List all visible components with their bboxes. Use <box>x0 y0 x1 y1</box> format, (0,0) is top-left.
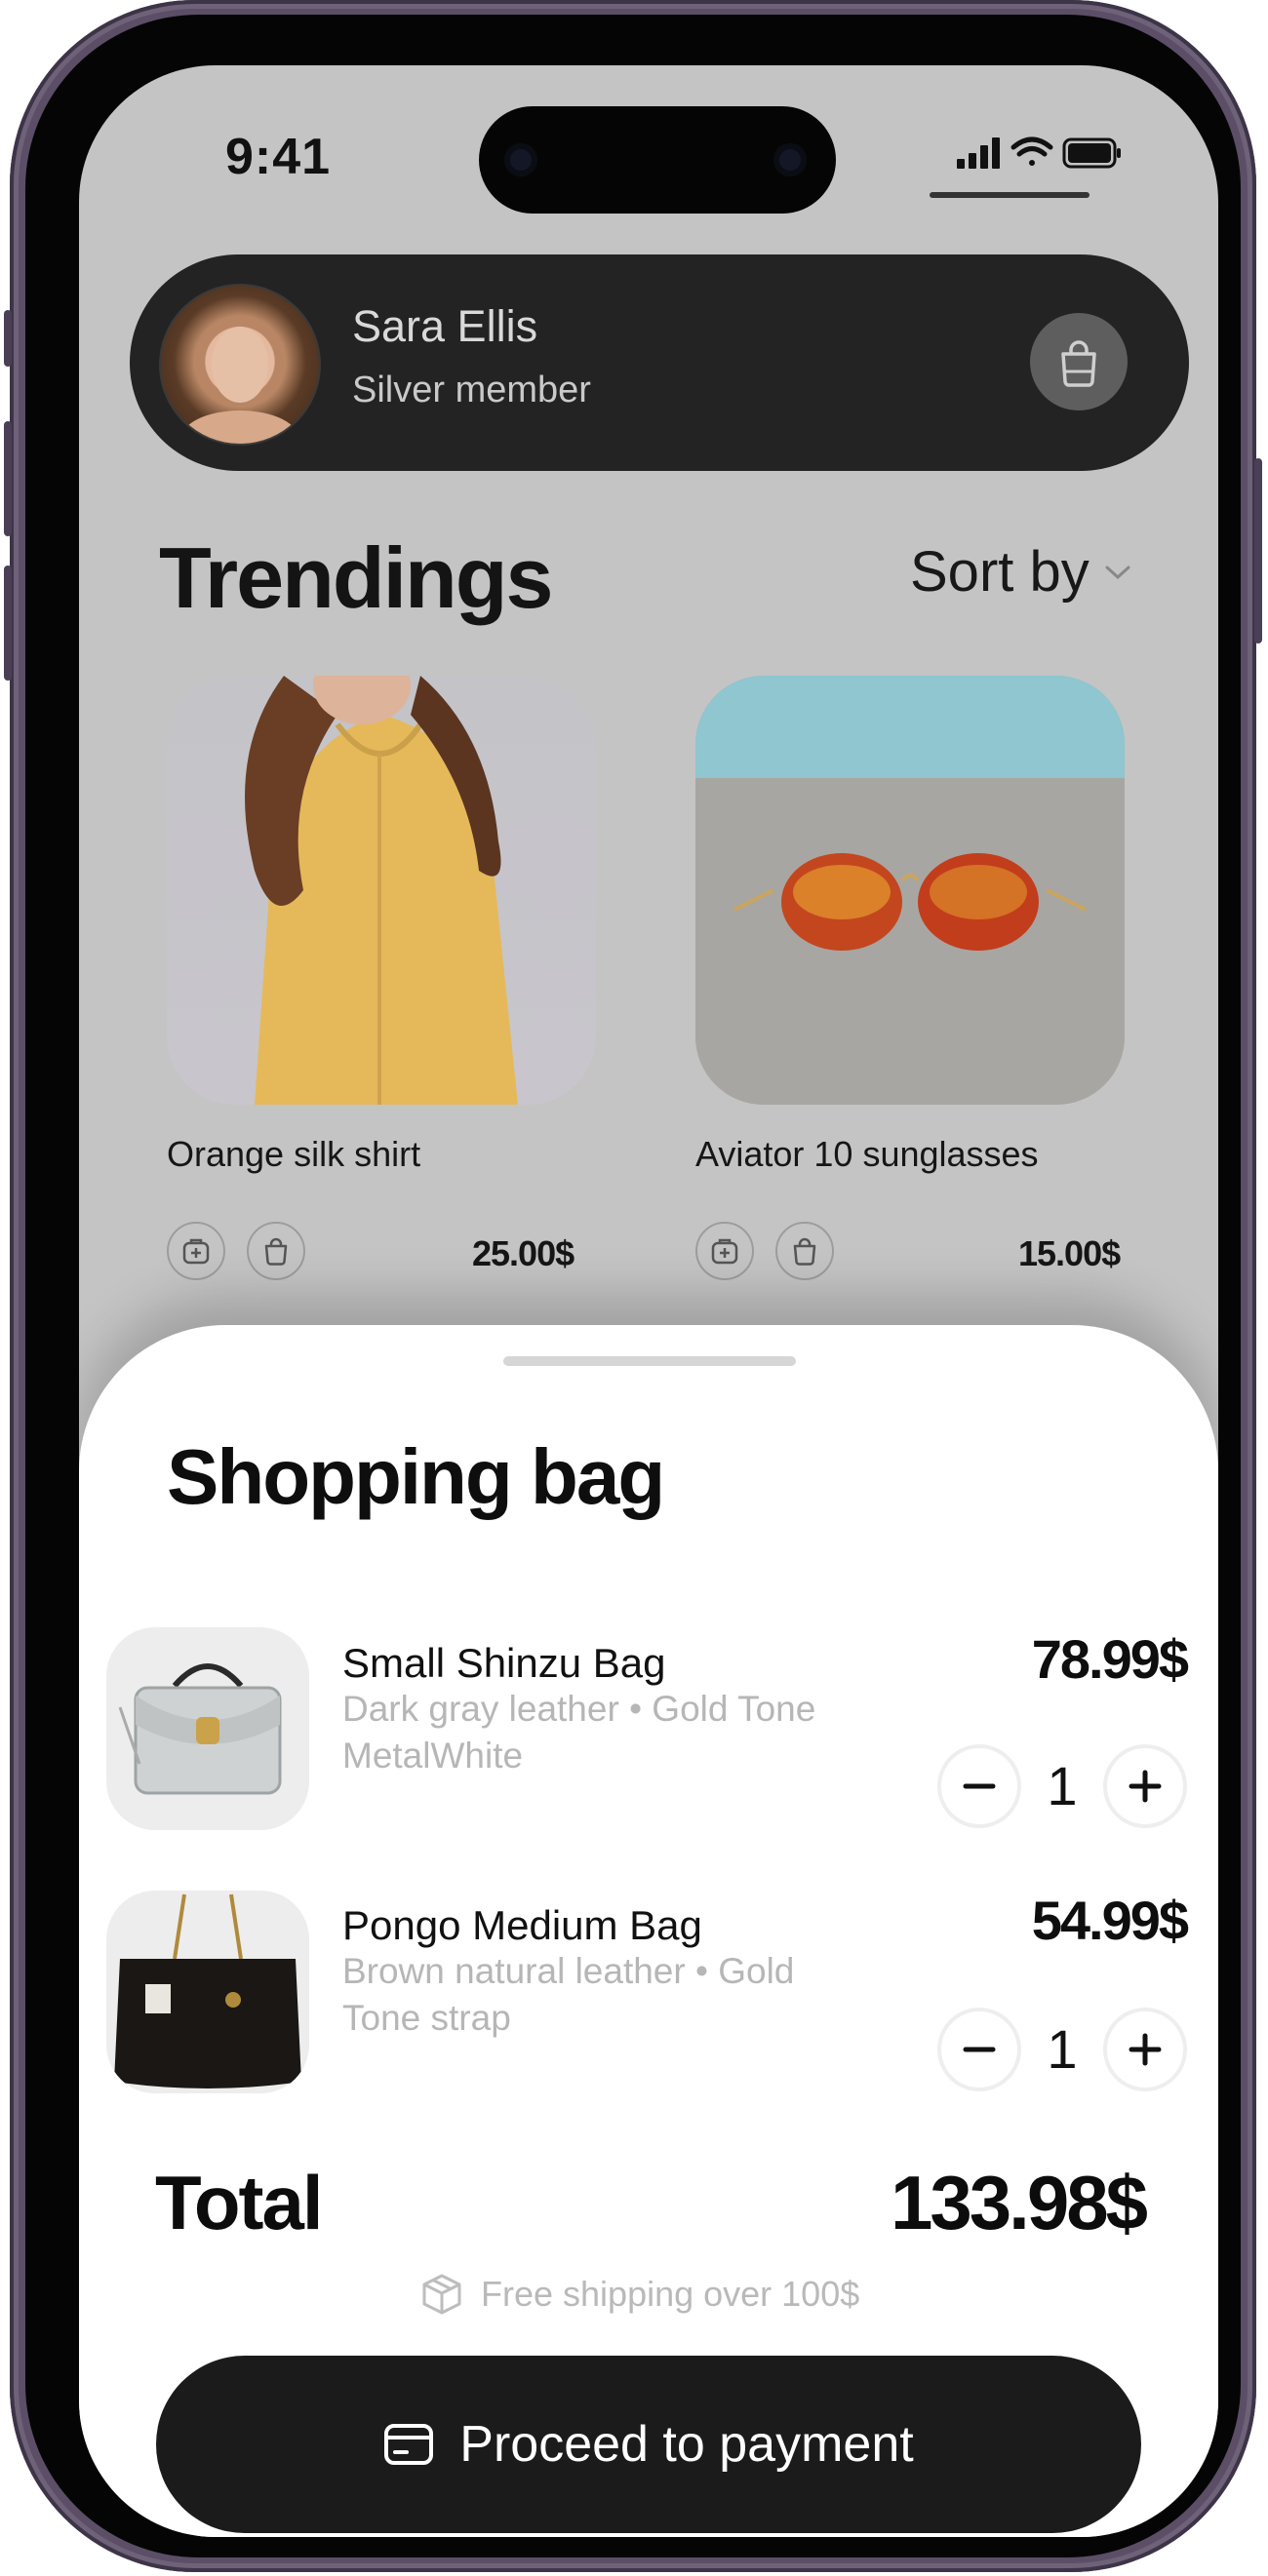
shopping-bag-title: Shopping bag <box>167 1433 665 1520</box>
status-time: 9:41 <box>225 129 332 185</box>
total-label: Total <box>155 2160 324 2245</box>
total-value: 133.98$ <box>891 2160 1148 2245</box>
minus-icon <box>963 1783 996 1789</box>
bag-button[interactable] <box>1030 313 1128 410</box>
bezel: 9:41 Sara Ellis Silver member Trendings … <box>25 15 1241 2557</box>
sort-by-label: Sort by <box>910 540 1090 604</box>
quantity-value-2: 1 <box>1047 2018 1078 2080</box>
item-desc-1: Dark gray leather • Gold Tone MetalWhite <box>342 1689 816 1776</box>
item-desc-2: Brown natural leather • Gold Tone strap <box>342 1951 795 2038</box>
volume-down-button <box>4 566 12 681</box>
product-name-1[interactable]: Orange silk shirt <box>167 1134 420 1175</box>
profile-card[interactable]: Sara Ellis Silver member <box>130 254 1189 471</box>
minus-icon <box>963 2047 996 2052</box>
product-name-2[interactable]: Aviator 10 sunglasses <box>695 1134 1039 1175</box>
volume-up-button <box>4 421 12 536</box>
proceed-to-payment-label: Proceed to payment <box>459 2416 914 2473</box>
add-to-cart-icon <box>182 1238 210 1265</box>
free-shipping-text: Free shipping over 100$ <box>481 2274 860 2314</box>
plus-icon <box>1129 2033 1162 2066</box>
battery-icon <box>1062 137 1121 169</box>
add-to-cart-button-2[interactable] <box>695 1222 754 1280</box>
increase-qty-button-2[interactable] <box>1103 2008 1187 2091</box>
screen: 9:41 Sara Ellis Silver member Trendings … <box>79 65 1218 2537</box>
shopping-bag-icon <box>793 1237 816 1266</box>
profile-level: Silver member <box>352 370 591 410</box>
bag-button-2[interactable] <box>775 1222 834 1280</box>
trendings-title: Trendings <box>159 529 553 626</box>
proceed-to-payment-button[interactable]: Proceed to payment <box>156 2356 1141 2533</box>
item-name-2: Pongo Medium Bag <box>342 1902 702 1948</box>
decrease-qty-button-1[interactable] <box>937 1744 1021 1828</box>
chevron-down-icon <box>1105 566 1130 579</box>
item-name-1: Small Shinzu Bag <box>342 1640 666 1686</box>
add-to-cart-button-1[interactable] <box>167 1222 225 1280</box>
increase-qty-button-1[interactable] <box>1103 1744 1187 1828</box>
sensor <box>773 143 807 176</box>
shopping-bag-icon <box>264 1237 288 1266</box>
item-price-2: 54.99$ <box>1031 1890 1189 1951</box>
action-button <box>4 310 12 367</box>
status-underline <box>930 192 1090 198</box>
quantity-value-1: 1 <box>1047 1755 1078 1816</box>
front-camera <box>504 143 537 176</box>
avatar <box>159 284 321 446</box>
shopping-bag-sheet: Shopping bag Small Shinzu Bag Dark gray … <box>79 1325 1218 2537</box>
shopping-bag-icon <box>1061 340 1096 387</box>
add-to-cart-icon <box>711 1238 738 1265</box>
box-icon <box>422 2274 461 2315</box>
phone-frame: 9:41 Sara Ellis Silver member Trendings … <box>4 0 1262 2572</box>
product-price-1: 25.00$ <box>472 1233 575 1273</box>
free-shipping-note: Free shipping over 100$ <box>418 2271 859 2318</box>
power-button <box>1254 458 1262 644</box>
sheet-grabber[interactable] <box>503 1356 796 1366</box>
bag-button-1[interactable] <box>247 1222 305 1280</box>
status-icons <box>957 137 1121 169</box>
item-thumb-1[interactable] <box>106 1627 309 1830</box>
item-price-1: 78.99$ <box>1031 1628 1189 1690</box>
plus-icon <box>1129 1770 1162 1803</box>
item-thumb-2[interactable] <box>106 1891 309 2093</box>
decrease-qty-button-2[interactable] <box>937 2008 1021 2091</box>
signal-icon <box>957 137 1000 169</box>
wifi-icon <box>1010 137 1053 166</box>
product-image-sunglasses[interactable] <box>695 676 1125 1105</box>
credit-card-icon <box>384 2424 434 2465</box>
profile-name: Sara Ellis <box>352 301 538 351</box>
sort-by-dropdown[interactable]: Sort by <box>910 539 1132 605</box>
dynamic-island <box>479 106 836 214</box>
product-image-shirt[interactable] <box>167 676 596 1105</box>
product-price-2: 15.00$ <box>1018 1233 1121 1273</box>
